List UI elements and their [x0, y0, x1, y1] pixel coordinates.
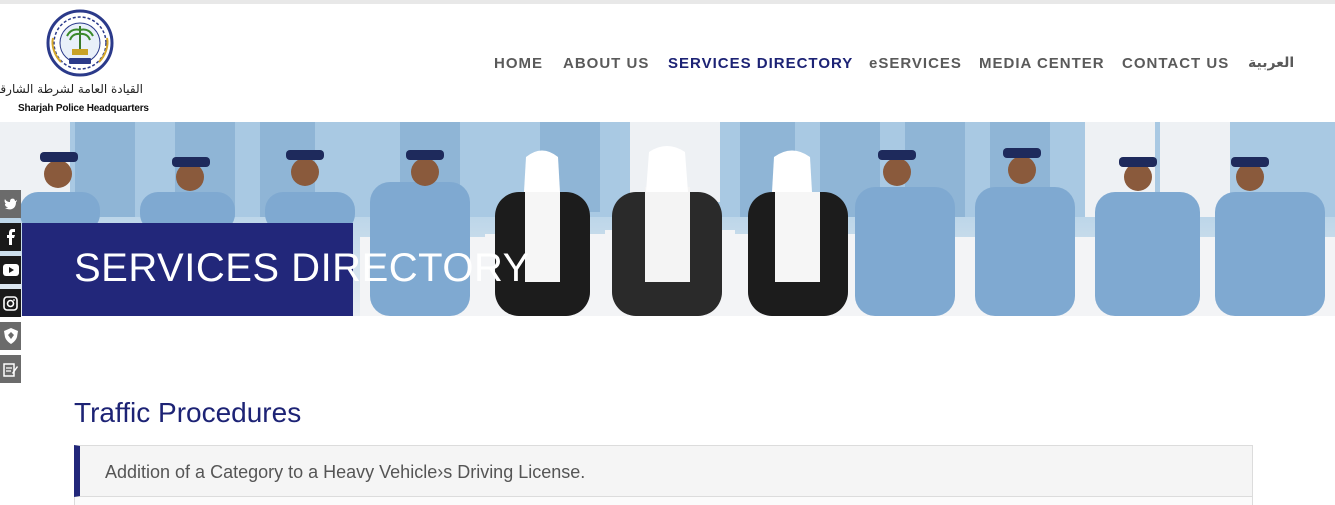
nav-home[interactable]: HOME	[494, 55, 543, 72]
logo-english-text: Sharjah Police Headquarters	[18, 103, 149, 114]
edit-icon	[3, 362, 18, 377]
youtube-link[interactable]	[0, 256, 21, 284]
police-link[interactable]	[0, 322, 21, 350]
accordion-item-next	[74, 497, 1253, 505]
instagram-link[interactable]	[0, 289, 21, 317]
youtube-icon	[2, 264, 19, 276]
logo-arabic-text: القيادة العامة لشرطة الشارقة	[0, 82, 143, 96]
facebook-icon	[6, 229, 15, 245]
police-emblem-icon	[46, 9, 114, 77]
page-banner: SERVICES DIRECTORY	[0, 122, 1335, 316]
facebook-link[interactable]	[0, 223, 21, 251]
site-logo[interactable]: القيادة العامة لشرطة الشارقة Sharjah Pol…	[0, 8, 149, 116]
nav-contact-us[interactable]: CONTACT US	[1122, 55, 1229, 72]
shield-icon	[3, 328, 18, 344]
accordion-item[interactable]: Addition of a Category to a Heavy Vehicl…	[74, 445, 1253, 497]
nav-media-center[interactable]: MEDIA CENTER	[979, 55, 1105, 72]
twitter-icon	[4, 198, 17, 210]
section-title: Traffic Procedures	[74, 397, 302, 428]
twitter-link[interactable]	[0, 190, 21, 218]
accordion-item-label: Addition of a Category to a Heavy Vehicl…	[105, 462, 586, 482]
nav-about-us[interactable]: ABOUT US	[563, 55, 649, 72]
feedback-link[interactable]	[0, 355, 21, 383]
nav-services-directory[interactable]: SERVICES DIRECTORY	[668, 55, 853, 72]
top-border	[0, 0, 1335, 4]
nav-arabic-language[interactable]: العربية	[1248, 55, 1294, 71]
page-title: SERVICES DIRECTORY	[74, 246, 530, 290]
instagram-icon	[3, 295, 18, 311]
nav-eservices[interactable]: eSERVICES	[869, 55, 962, 72]
